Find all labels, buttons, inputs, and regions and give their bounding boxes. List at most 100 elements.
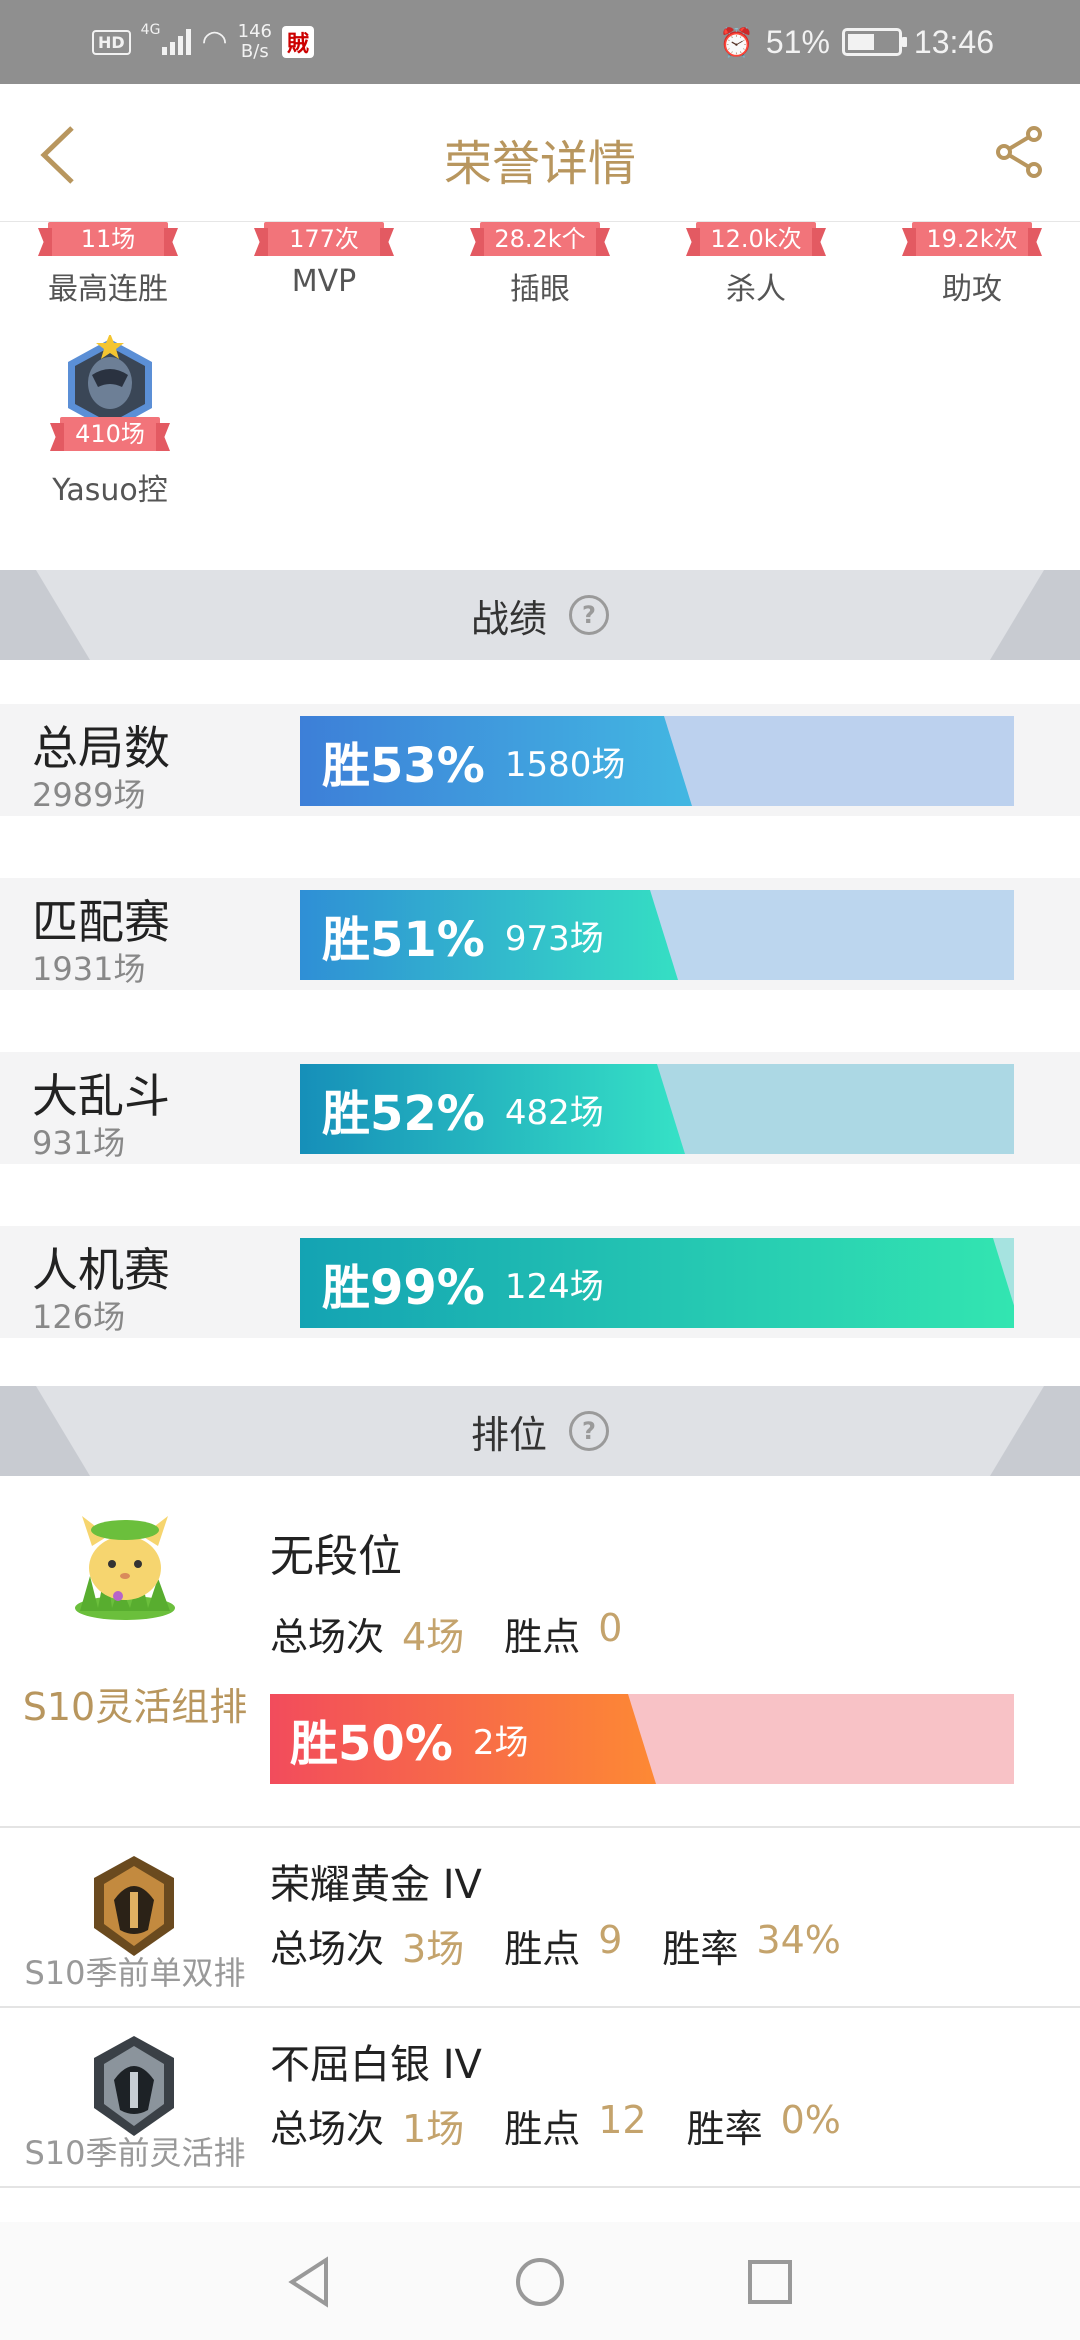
- achievement-value: 11场: [48, 222, 168, 256]
- silver-rank-emblem-icon: [94, 2036, 174, 2136]
- title-bar: 荣誉详情: [0, 84, 1080, 222]
- points-value: 12: [598, 2098, 647, 2142]
- achievement-label: 助攻: [942, 272, 1002, 307]
- win-percent: 胜52%: [322, 1086, 485, 1142]
- achievement-label: 杀人: [726, 272, 786, 307]
- ranked-summary: 总场次 1场 胜点 12 胜率 0%: [270, 2098, 863, 2153]
- speed-unit: B/s: [240, 41, 269, 62]
- nav-recents-icon[interactable]: [740, 2252, 800, 2312]
- total-label: 总场次: [270, 2107, 385, 2151]
- queue-name: S10灵活组排: [22, 1685, 248, 1729]
- win-count: 1580场: [504, 744, 626, 785]
- win-percent: 胜99%: [322, 1260, 485, 1316]
- tier-name: 荣耀黄金 IV: [270, 1862, 482, 1908]
- app-notification-icon: 賊: [281, 26, 314, 58]
- alarm-icon: ⏰: [719, 26, 754, 58]
- rank-section-header: 排位 ?: [0, 1386, 1080, 1476]
- help-icon[interactable]: ?: [569, 595, 609, 635]
- points-value: 0: [598, 1606, 623, 1650]
- speed-value: 146: [237, 21, 272, 42]
- section-title: 战绩: [470, 596, 547, 641]
- win-percent: 胜53%: [322, 738, 485, 794]
- win-rate-bar: 胜52% 482场: [300, 1064, 1014, 1154]
- achievement-label: 最高连胜: [48, 272, 168, 307]
- win-count: 973场: [504, 918, 604, 959]
- ranked-flex-card[interactable]: S10灵活组排 无段位 总场次 4场 胜点 0 胜50% 2场: [0, 1476, 1080, 1828]
- ranked-solo-row[interactable]: S10季前单双排 荣耀黄金 IV 总场次 3场 胜点 9 胜率 34%: [0, 1830, 1080, 2008]
- achievement-assists[interactable]: 19.2k次 助攻: [882, 222, 1062, 308]
- rate-label: 胜率: [662, 1927, 739, 1971]
- achievement-value: 28.2k个: [480, 222, 600, 256]
- total-value: 4场: [402, 1615, 465, 1659]
- section-title: 排位: [470, 1412, 547, 1457]
- status-bar: HD 4G ◠ 146 B/s 賊 ⏰ 51% 13:46: [0, 0, 1080, 84]
- navigation-bar: [0, 2222, 1080, 2340]
- points-label: 胜点: [504, 1615, 581, 1659]
- unranked-mascot-icon: [75, 1516, 175, 1620]
- tier-name: 无段位: [270, 1531, 402, 1582]
- total-label: 总场次: [270, 1615, 385, 1659]
- tier-name: 不屈白银 IV: [270, 2042, 482, 2088]
- points-label: 胜点: [504, 1927, 581, 1971]
- stat-row-match[interactable]: 匹配赛 1931场 胜51% 973场: [0, 878, 1080, 990]
- points-label: 胜点: [504, 2107, 581, 2151]
- win-rate-bar: 胜99% 124场: [300, 1238, 1014, 1328]
- win-percent: 胜50%: [290, 1716, 453, 1772]
- achievement-mvp[interactable]: 177次 MVP: [234, 222, 414, 299]
- network-speed: 146 B/s: [238, 22, 272, 62]
- total-label: 总场次: [270, 1927, 385, 1971]
- clock: 13:46: [913, 23, 994, 60]
- stat-row-coop[interactable]: 人机赛 126场 胜99% 124场: [0, 1226, 1080, 1338]
- stat-name: 人机赛: [32, 1243, 170, 1297]
- champion-label: Yasuo控: [52, 473, 168, 508]
- achievement-value: 177次: [264, 222, 384, 256]
- nav-back-icon[interactable]: [280, 2252, 340, 2312]
- stat-row-total[interactable]: 总局数 2989场 胜53% 1580场: [0, 704, 1080, 816]
- stat-name: 匹配赛: [32, 895, 170, 949]
- ranked-win-rate-bar: 胜50% 2场: [270, 1694, 1014, 1784]
- page-title: 荣誉详情: [443, 136, 636, 192]
- hd-indicator: HD: [92, 29, 131, 55]
- ranked-summary: 总场次 4场 胜点 0: [270, 1606, 644, 1661]
- win-rate-bar: 胜51% 973场: [300, 890, 1014, 980]
- queue-name: S10季前灵活排: [24, 2134, 246, 2172]
- achievement-kills[interactable]: 12.0k次 杀人: [666, 222, 846, 308]
- win-percent: 胜51%: [322, 912, 485, 968]
- rate-label: 胜率: [686, 2107, 763, 2151]
- stat-count: 2989场: [32, 776, 146, 814]
- champion-games: 410场: [60, 417, 160, 451]
- stat-count: 126场: [32, 1298, 126, 1336]
- rate-value: 34%: [756, 1918, 841, 1962]
- network-type: 4G: [140, 22, 161, 38]
- achievement-streak[interactable]: 11场 最高连胜: [18, 222, 198, 308]
- signal-icon: [162, 29, 192, 55]
- stat-count: 931场: [32, 1124, 126, 1162]
- rate-value: 0%: [780, 2098, 841, 2142]
- ranked-flex-row[interactable]: S10季前灵活排 不屈白银 IV 总场次 1场 胜点 12 胜率 0%: [0, 2010, 1080, 2188]
- win-count: 2场: [472, 1722, 529, 1763]
- wifi-icon: ◠: [201, 24, 228, 59]
- stat-row-aram[interactable]: 大乱斗 931场 胜52% 482场: [0, 1052, 1080, 1164]
- record-section-header: 战绩 ?: [0, 570, 1080, 660]
- achievement-wards[interactable]: 28.2k个 插眼: [450, 222, 630, 308]
- total-value: 1场: [402, 2107, 465, 2151]
- achievement-value: 12.0k次: [696, 222, 816, 256]
- gold-rank-emblem-icon: [94, 1856, 174, 1956]
- ranked-summary: 总场次 3场 胜点 9 胜率 34%: [270, 1918, 863, 1973]
- points-value: 9: [598, 1918, 623, 1962]
- total-value: 3场: [402, 1927, 465, 1971]
- stat-name: 总局数: [32, 721, 170, 775]
- battery-percent: 51%: [765, 23, 830, 60]
- win-count: 124场: [504, 1266, 604, 1307]
- achievement-row: 11场 最高连胜 177次 MVP 28.2k个 插眼 12.0k次 杀人 19…: [0, 222, 1080, 320]
- nav-home-icon[interactable]: [510, 2252, 570, 2312]
- stat-name: 大乱斗: [32, 1069, 170, 1123]
- achievement-value: 19.2k次: [912, 222, 1032, 256]
- battery-icon: [841, 28, 907, 56]
- help-icon[interactable]: ?: [569, 1411, 609, 1451]
- champion-badge[interactable]: 410场 Yasuo控: [30, 333, 190, 509]
- share-icon[interactable]: [990, 122, 1050, 182]
- queue-name: S10季前单双排: [24, 1954, 246, 1992]
- achievement-label: 插眼: [510, 272, 570, 307]
- achievement-label: MVP: [291, 264, 357, 299]
